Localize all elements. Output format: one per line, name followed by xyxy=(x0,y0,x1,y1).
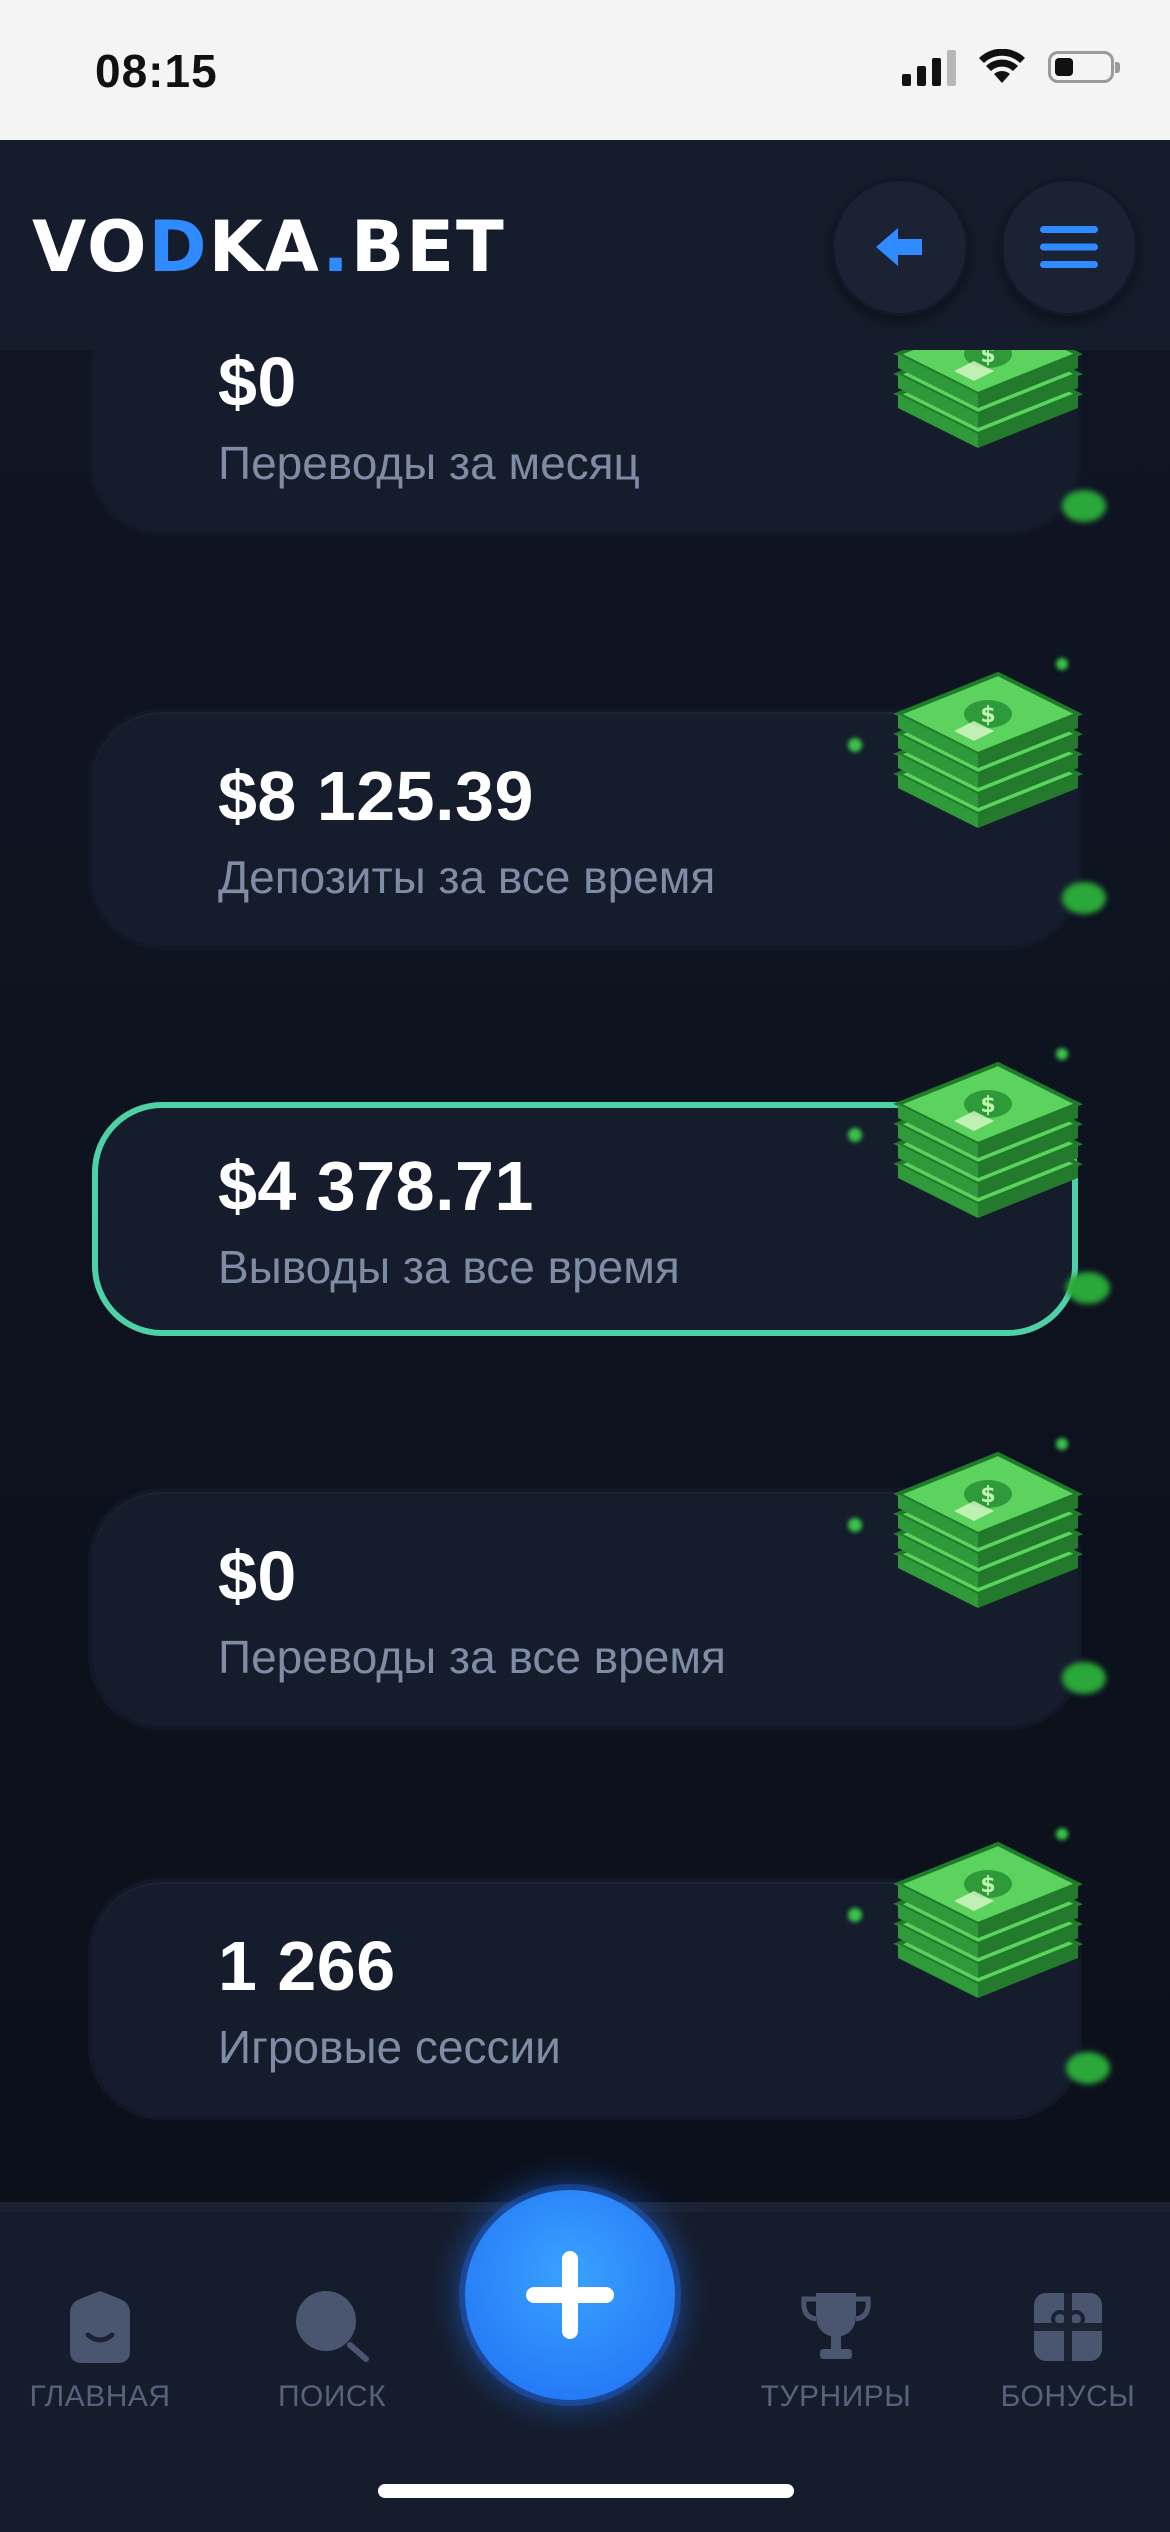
stat-label: Выводы за все время xyxy=(218,1241,680,1293)
stat-label: Переводы за месяц xyxy=(218,437,640,489)
sparkle-decoration xyxy=(1056,1438,1068,1450)
brand-logo[interactable]: VODKA.BET xyxy=(32,212,506,282)
sparkle-decoration xyxy=(1066,1272,1110,1304)
battery-icon xyxy=(1048,51,1120,83)
search-icon xyxy=(296,2291,369,2362)
sparkle-decoration xyxy=(1062,882,1106,914)
gift-icon xyxy=(1034,2293,1102,2361)
sparkle-decoration xyxy=(1056,1048,1068,1060)
sparkle-decoration xyxy=(1056,658,1068,670)
sparkle-decoration xyxy=(848,1518,862,1532)
back-button[interactable] xyxy=(831,178,969,316)
nav-item-tournaments[interactable]: ТУРНИРЫ xyxy=(736,2282,936,2414)
money-stack-icon xyxy=(896,1062,1080,1220)
add-action-button[interactable] xyxy=(465,2190,675,2400)
money-stack-icon xyxy=(896,1452,1080,1610)
status-time: 08:15 xyxy=(95,45,218,97)
nav-label: ГЛАВНАЯ xyxy=(29,2380,171,2413)
stat-label: Игровые сессии xyxy=(218,2021,561,2073)
sparkle-decoration xyxy=(1062,1662,1106,1694)
logo-dot: . xyxy=(322,206,351,288)
logo-text-d: D xyxy=(148,206,209,288)
money-stack-icon xyxy=(896,672,1080,830)
plus-icon xyxy=(526,2251,614,2339)
sparkle-decoration xyxy=(1056,1828,1068,1840)
status-bar: 08:15 xyxy=(0,0,1170,140)
sparkle-decoration xyxy=(1062,490,1106,522)
nav-label: ТУРНИРЫ xyxy=(760,2380,912,2413)
trophy-icon xyxy=(801,2293,871,2359)
sparkle-decoration xyxy=(848,738,862,752)
home-icon xyxy=(70,2291,130,2363)
stat-value: 1 266 xyxy=(218,1927,396,2005)
menu-button[interactable] xyxy=(1000,178,1138,316)
wifi-icon xyxy=(979,49,1025,83)
stat-value: $0 xyxy=(218,350,297,421)
cellular-signal-icon xyxy=(902,48,956,86)
nav-item-bonuses[interactable]: БОНУСЫ xyxy=(968,2282,1168,2414)
sparkle-decoration xyxy=(1066,2052,1110,2084)
stat-value: $8 125.39 xyxy=(218,757,534,835)
logo-text-bet: BET xyxy=(350,206,506,288)
home-indicator[interactable] xyxy=(378,2484,794,2498)
logo-text-vo: VO xyxy=(32,206,149,288)
sparkle-decoration xyxy=(848,1128,862,1142)
hamburger-menu-icon xyxy=(1040,226,1098,268)
money-stack-icon xyxy=(896,1842,1080,2000)
stat-value: $4 378.71 xyxy=(218,1147,534,1225)
status-icons xyxy=(902,48,1120,86)
nav-item-search[interactable]: ПОИСК xyxy=(232,2282,432,2414)
app-header: VODKA.BET xyxy=(0,140,1170,350)
sparkle-decoration xyxy=(848,1908,862,1922)
stat-label: Депозиты за все время xyxy=(218,851,716,903)
nav-label: ПОИСК xyxy=(277,2380,387,2413)
nav-item-home[interactable]: ГЛАВНАЯ xyxy=(0,2282,200,2414)
arrow-left-icon xyxy=(876,228,922,266)
stats-list: $0 Переводы за месяц $8 125.39 Депозиты … xyxy=(0,350,1170,2202)
stat-value: $0 xyxy=(218,1537,297,1615)
money-stack-icon xyxy=(896,350,1080,450)
nav-label: БОНУСЫ xyxy=(1000,2380,1136,2413)
logo-text-ka: KA xyxy=(208,206,323,288)
stat-label: Переводы за все время xyxy=(218,1631,726,1683)
